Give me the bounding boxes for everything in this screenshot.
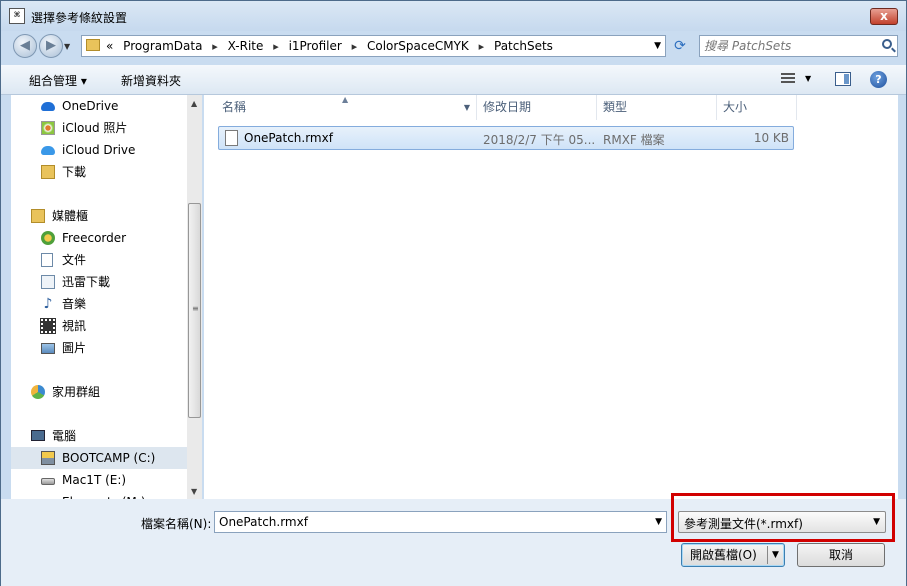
computer-icon xyxy=(31,430,45,441)
nav-item-computer[interactable]: 電腦 xyxy=(11,425,187,447)
view-dropdown-icon[interactable]: ▼ xyxy=(805,74,811,83)
breadcrumb-overflow[interactable]: « xyxy=(106,39,113,53)
file-name: OnePatch.rmxf xyxy=(244,131,333,145)
column-header-size[interactable]: 大小 xyxy=(717,95,797,120)
close-button[interactable]: x xyxy=(870,8,898,25)
refresh-icon[interactable]: ⟳ xyxy=(669,35,691,57)
nav-item-icloud-photos[interactable]: iCloud 照片 xyxy=(11,117,187,139)
chevron-down-icon[interactable]: ▼ xyxy=(655,517,662,527)
nav-item-libraries[interactable]: 媒體櫃 xyxy=(11,205,187,227)
file-type: RMXF 檔案 xyxy=(603,133,665,147)
dialog-title: 選擇參考條紋設置 xyxy=(31,11,128,25)
breadcrumb-separator-icon[interactable]: ▸ xyxy=(352,40,358,53)
filename-label: 檔案名稱(N): xyxy=(141,517,212,531)
file-size: 10 KB xyxy=(753,131,789,145)
title-bar: ⌘ 選擇參考條紋設置 x xyxy=(1,1,906,31)
command-toolbar: 組合管理 ▾ 新增資料夾 ▼ ? xyxy=(1,65,906,95)
open-file-dialog: ⌘ 選擇參考條紋設置 x ◀ ▶ ▼ « ProgramData ▸ X-Rit… xyxy=(0,0,907,586)
drive-icon xyxy=(41,478,55,485)
search-icon[interactable] xyxy=(882,39,892,49)
dialog-app-icon: ⌘ xyxy=(9,8,25,24)
breadcrumb-separator-icon[interactable]: ▸ xyxy=(212,40,218,53)
address-row: ◀ ▶ ▼ « ProgramData ▸ X-Rite ▸ i1Profile… xyxy=(1,31,906,63)
address-bar[interactable]: « ProgramData ▸ X-Rite ▸ i1Profiler ▸ Co… xyxy=(81,35,666,57)
column-filter-icon[interactable]: ▼ xyxy=(464,95,470,120)
nav-item-icloud-drive[interactable]: iCloud Drive xyxy=(11,139,187,161)
nav-item-onedrive[interactable]: OneDrive xyxy=(11,95,187,117)
video-icon xyxy=(40,318,56,334)
nav-item-documents[interactable]: 文件 xyxy=(11,249,187,271)
view-details-icon[interactable] xyxy=(781,73,795,85)
scroll-up-icon[interactable]: ▲ xyxy=(191,99,197,108)
table-row[interactable]: OnePatch.rmxf 2018/2/7 下午 05... RMXF 檔案 … xyxy=(218,126,794,150)
breadcrumb: « ProgramData ▸ X-Rite ▸ i1Profiler ▸ Co… xyxy=(106,39,559,53)
breadcrumb-patchsets[interactable]: PatchSets xyxy=(494,39,553,53)
column-header-type[interactable]: 類型 xyxy=(597,95,717,120)
breadcrumb-i1profiler[interactable]: i1Profiler xyxy=(289,39,342,53)
library-icon xyxy=(31,209,45,223)
sort-ascending-icon: ▲ xyxy=(342,95,349,104)
file-icon xyxy=(225,130,238,146)
thunder-download-icon xyxy=(41,275,55,289)
column-header-modified[interactable]: 修改日期 xyxy=(477,95,597,120)
recent-pages-dropdown[interactable]: ▼ xyxy=(64,42,70,51)
windows-drive-icon xyxy=(41,451,55,465)
address-dropdown-icon[interactable]: ▼ xyxy=(654,41,661,51)
document-icon xyxy=(41,253,53,267)
picture-icon xyxy=(41,343,55,354)
open-options-dropdown-icon[interactable]: ▼ xyxy=(772,544,779,566)
column-header-name[interactable]: ▲ 名稱 ▼ xyxy=(204,95,477,120)
annotation-highlight-box xyxy=(671,493,895,542)
grip-icon: ≡ xyxy=(192,304,199,313)
breadcrumb-separator-icon[interactable]: ▸ xyxy=(273,40,279,53)
folder-icon xyxy=(86,39,100,51)
search-box[interactable] xyxy=(699,35,898,57)
forward-button[interactable]: ▶ xyxy=(39,34,63,58)
button-divider xyxy=(767,546,768,564)
download-folder-icon xyxy=(41,165,55,179)
new-folder-button[interactable]: 新增資料夾 xyxy=(121,72,181,89)
help-icon[interactable]: ? xyxy=(870,71,887,88)
breadcrumb-programdata[interactable]: ProgramData xyxy=(123,39,202,53)
breadcrumb-colorspacecmyk[interactable]: ColorSpaceCMYK xyxy=(367,39,469,53)
file-modified: 2018/2/7 下午 05... xyxy=(483,133,596,147)
music-icon: ♪ xyxy=(43,296,53,312)
nav-item-elements-drive[interactable]: Elements (M:) xyxy=(11,491,187,499)
nav-item-videos[interactable]: 視訊 xyxy=(11,315,187,337)
nav-item-downloads[interactable]: 下載 xyxy=(11,161,187,183)
nav-item-pictures[interactable]: 圖片 xyxy=(11,337,187,359)
nav-item-freecorder[interactable]: Freecorder xyxy=(11,227,187,249)
breadcrumb-separator-icon[interactable]: ▸ xyxy=(479,40,485,53)
scrollbar-thumb[interactable]: ≡ xyxy=(188,203,201,418)
breadcrumb-x-rite[interactable]: X-Rite xyxy=(228,39,264,53)
organize-menu[interactable]: 組合管理 ▾ xyxy=(29,72,87,89)
nav-item-mac1t-drive[interactable]: Mac1T (E:) xyxy=(11,469,187,491)
navigation-scrollbar[interactable]: ▲ ≡ ▼ xyxy=(187,95,202,499)
freecorder-icon xyxy=(41,231,55,245)
nav-item-homegroup[interactable]: 家用群組 xyxy=(11,381,187,403)
cancel-button[interactable]: 取消 xyxy=(797,543,885,567)
photos-icon xyxy=(41,121,55,135)
filename-combobox[interactable]: ▼ xyxy=(214,511,667,533)
search-input[interactable] xyxy=(704,38,874,54)
nav-item-music[interactable]: ♪ 音樂 xyxy=(11,293,187,315)
scroll-down-icon[interactable]: ▼ xyxy=(191,487,197,496)
navigation-pane: OneDrive iCloud 照片 iCloud Drive 下載 媒體櫃 F… xyxy=(11,95,187,499)
cloud-icon xyxy=(41,146,55,155)
back-button[interactable]: ◀ xyxy=(13,34,37,58)
preview-pane-icon[interactable] xyxy=(835,72,851,86)
cloud-icon xyxy=(41,102,55,111)
filename-field[interactable] xyxy=(219,514,639,530)
homegroup-icon xyxy=(31,385,45,399)
file-list: ▲ 名稱 ▼ 修改日期 類型 大小 OnePatch.rmxf 2018/2/7… xyxy=(204,95,898,499)
nav-item-thunder-downloads[interactable]: 迅雷下載 xyxy=(11,271,187,293)
open-button[interactable]: 開啟舊檔(O) ▼ xyxy=(681,543,785,567)
nav-item-bootcamp-drive[interactable]: BOOTCAMP (C:) xyxy=(11,447,187,469)
